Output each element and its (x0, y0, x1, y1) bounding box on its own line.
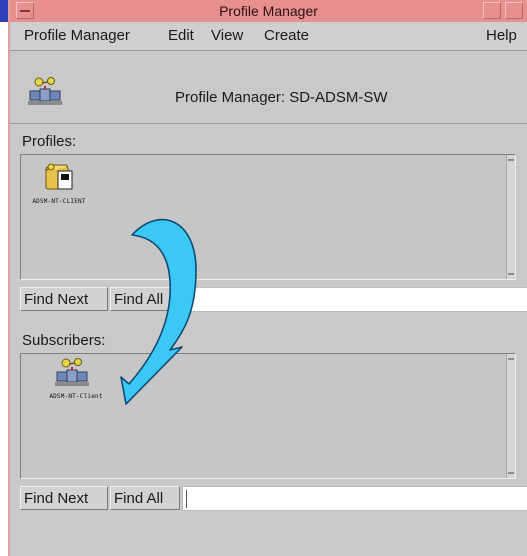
curved-arrow-annotation (120, 218, 197, 405)
